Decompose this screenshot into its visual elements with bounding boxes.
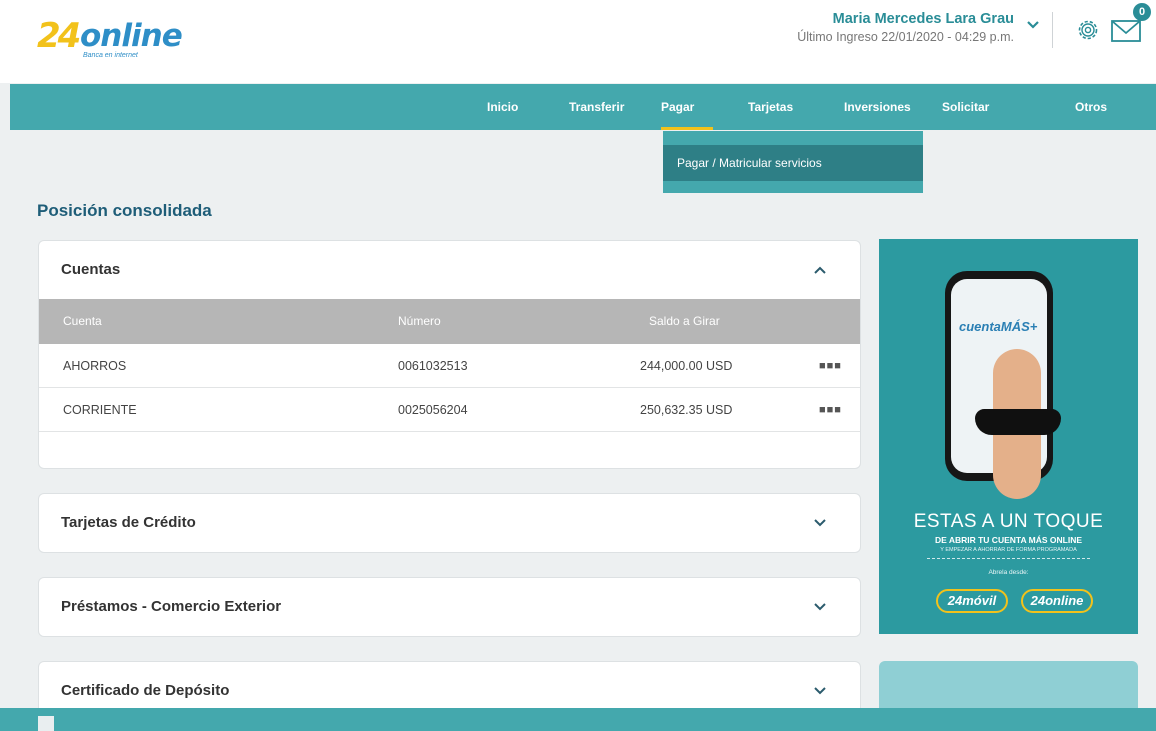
- account-number: 0061032513: [398, 359, 468, 373]
- logo[interactable]: 24 online Banca en internet: [37, 14, 197, 64]
- deposit-title: Certificado de Depósito: [61, 682, 230, 699]
- promo-headline: ESTAS A UN TOQUE: [913, 511, 1104, 532]
- nav-solicitar[interactable]: Solicitar: [942, 84, 989, 130]
- account-type: AHORROS: [63, 359, 127, 373]
- credit-cards-title: Tarjetas de Crédito: [61, 514, 196, 531]
- promo-divider: [927, 558, 1090, 559]
- accounts-header[interactable]: Cuentas: [39, 241, 860, 299]
- logo-word: online: [80, 18, 183, 54]
- loans-title: Préstamos - Comercio Exterior: [61, 598, 282, 615]
- nav-transferir[interactable]: Transferir: [569, 84, 624, 130]
- loans-card[interactable]: Préstamos - Comercio Exterior: [38, 577, 861, 637]
- nav-tarjetas[interactable]: Tarjetas: [748, 84, 793, 130]
- account-balance: 250,632.35 USD: [640, 403, 733, 417]
- column-header-saldo: Saldo a Girar: [649, 314, 720, 328]
- accounts-card: Cuentas Cuenta Número Saldo a Girar AHOR…: [38, 240, 861, 469]
- promo-line2: Y EMPEZAR A AHORRAR DE FORMA PROGRAMADA: [940, 547, 1077, 553]
- gear-icon[interactable]: [1075, 17, 1101, 43]
- promo-24online[interactable]: 24online: [1021, 589, 1093, 613]
- promo-line3: Abrela desde:: [988, 569, 1029, 576]
- account-number: 0025056204: [398, 403, 468, 417]
- chevron-down-icon[interactable]: [811, 494, 829, 552]
- more-icon[interactable]: ■■■: [819, 388, 842, 432]
- promo-line1: DE ABRIR TU CUENTA MÁS ONLINE: [934, 535, 1082, 545]
- table-row[interactable]: CORRIENTE 0025056204 250,632.35 USD ■■■: [39, 388, 860, 432]
- chevron-up-icon[interactable]: [811, 241, 829, 299]
- sunglasses-illustration: [975, 409, 1061, 435]
- promo-24movil[interactable]: 24móvil: [936, 589, 1008, 613]
- column-header-numero: Número: [398, 314, 441, 328]
- account-balance: 244,000.00 USD: [640, 359, 733, 373]
- logo-subtitle: Banca en internet: [83, 52, 138, 59]
- chevron-down-icon[interactable]: [1024, 18, 1042, 36]
- table-header: Cuenta Número Saldo a Girar: [39, 299, 860, 344]
- header: 24 online Banca en internet Maria Merced…: [0, 0, 1156, 83]
- accounts-title: Cuentas: [61, 261, 121, 278]
- credit-cards-header[interactable]: Tarjetas de Crédito: [39, 494, 860, 552]
- footer-bar: [0, 708, 1156, 731]
- loans-header[interactable]: Préstamos - Comercio Exterior: [39, 578, 860, 636]
- table-row[interactable]: AHORROS 0061032513 244,000.00 USD ■■■: [39, 344, 860, 388]
- last-login: Último Ingreso 22/01/2020 - 04:29 p.m.: [797, 30, 1014, 44]
- nav-pagar[interactable]: Pagar: [661, 84, 713, 130]
- nav-inversiones[interactable]: Inversiones: [844, 84, 911, 130]
- screen-logo: cuentaMÁS+: [959, 319, 1038, 334]
- pagar-dropdown: Pagar / Matricular servicios: [663, 131, 923, 193]
- page-title: Posición consolidada: [37, 201, 212, 220]
- user-info: Maria Mercedes Lara Grau Último Ingreso …: [797, 11, 1014, 44]
- main-nav: Inicio Transferir Pagar Tarjetas Inversi…: [10, 84, 1156, 130]
- account-type: CORRIENTE: [63, 403, 137, 417]
- promo-banner[interactable]: cuentaMÁS+ ESTAS A UN TOQUE DE ABRIR TU …: [879, 239, 1138, 634]
- user-name[interactable]: Maria Mercedes Lara Grau: [797, 11, 1014, 27]
- chevron-down-icon[interactable]: [811, 578, 829, 636]
- dropdown-item-pagar-servicios[interactable]: Pagar / Matricular servicios: [663, 145, 923, 181]
- header-divider: [1052, 12, 1053, 48]
- nav-inicio[interactable]: Inicio: [487, 84, 518, 130]
- column-header-cuenta: Cuenta: [63, 314, 102, 328]
- notification-badge: 0: [1133, 3, 1151, 21]
- logo-mark: 24: [37, 16, 81, 56]
- credit-cards-card[interactable]: Tarjetas de Crédito: [38, 493, 861, 553]
- nav-otros[interactable]: Otros: [1075, 84, 1107, 130]
- footer-icon: [38, 716, 54, 731]
- more-icon[interactable]: ■■■: [819, 344, 842, 388]
